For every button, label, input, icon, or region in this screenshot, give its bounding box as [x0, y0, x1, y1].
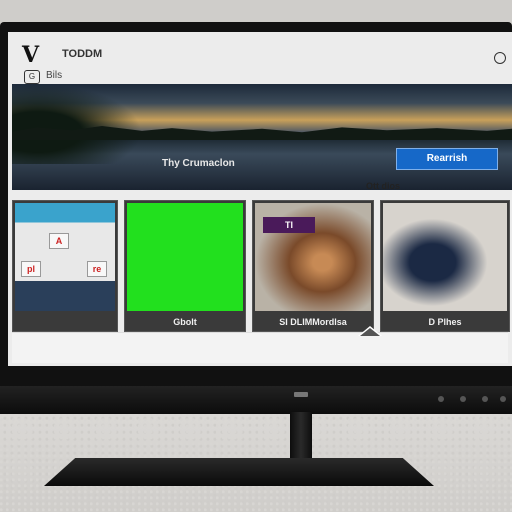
thumbnail-card-3[interactable]: Tl SI DLIMMordlsa — [252, 200, 374, 332]
app-logo[interactable]: V — [22, 42, 39, 68]
thumbnail-caption-1 — [13, 315, 117, 329]
chevron-up-outline — [360, 328, 380, 336]
search-icon[interactable] — [494, 52, 506, 64]
monitor-button-icon[interactable] — [482, 396, 488, 402]
back-icon[interactable]: G — [24, 70, 40, 84]
hero-cta-button[interactable]: Rearrish — [396, 148, 498, 170]
hero-banner[interactable]: Thy Crumaclon Rearrish — [12, 84, 512, 190]
hero-caption: Thy Crumaclon — [162, 158, 235, 169]
monitor-stand-base — [44, 458, 434, 486]
thumbnail-tile: re — [87, 261, 107, 277]
breadcrumb[interactable]: Bils — [46, 70, 62, 81]
thumbnail-image-1: A pl re — [15, 203, 115, 311]
thumbnail-image-3: Tl — [255, 203, 371, 311]
hero-shore — [12, 84, 142, 164]
monitor-button-icon[interactable] — [460, 396, 466, 402]
screen: V TODDM G Bils Thy Crumaclon Rearrish Ot… — [8, 32, 512, 366]
monitor-bezel — [0, 386, 512, 414]
carpet-floor — [0, 400, 512, 512]
thumbnail-tile: A — [49, 233, 69, 249]
more-link[interactable]: Ott dios — [366, 181, 400, 191]
thumbnail-card-4[interactable]: D Plhes — [380, 200, 510, 332]
thumbnail-card-2[interactable]: Gbolt — [124, 200, 246, 332]
thumbnail-banner: Tl — [263, 217, 315, 233]
thumbnail-image-4 — [383, 203, 507, 311]
monitor-stand-neck — [290, 412, 312, 464]
monitor-logo — [294, 392, 308, 397]
power-icon[interactable] — [500, 396, 506, 402]
thumbnail-caption-2: Gbolt — [173, 317, 197, 327]
app-title: TODDM — [62, 48, 103, 60]
thumbnail-image-2 — [127, 203, 243, 311]
thumbnail-caption-3: SI DLIMMordlsa — [279, 317, 347, 327]
thumbnail-tile: pl — [21, 261, 41, 277]
monitor-button-icon[interactable] — [438, 396, 444, 402]
thumbnail-caption-4: D Plhes — [428, 317, 462, 327]
thumbnail-card-1[interactable]: A pl re — [12, 200, 118, 332]
bottom-bar — [12, 332, 508, 363]
hero-treeline — [12, 126, 512, 140]
